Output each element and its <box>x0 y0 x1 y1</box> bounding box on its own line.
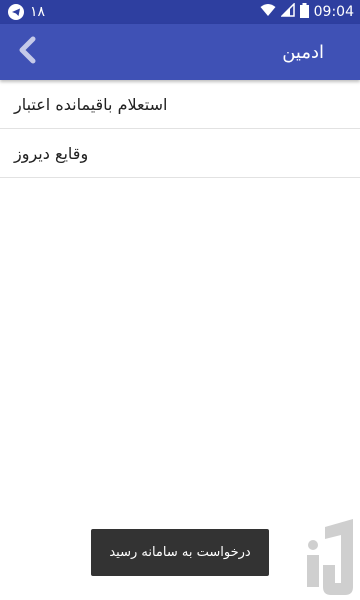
chevron-left-icon <box>16 36 40 68</box>
bazaar-logo-icon <box>305 515 360 595</box>
battery-icon <box>299 2 309 22</box>
clock: 09:04 <box>313 4 354 20</box>
menu-item-credit-inquiry[interactable]: استعلام باقیمانده اعتبار <box>0 80 360 129</box>
page-title: ادمین <box>282 41 324 63</box>
status-bar-right: 09:04 <box>260 2 360 22</box>
telegram-icon <box>8 4 24 20</box>
notification-count: ۱۸ <box>30 4 46 20</box>
status-bar-left: ۱۸ <box>0 4 45 20</box>
app-bar: ادمین <box>0 24 360 80</box>
status-bar: ۱۸ 09:04 <box>0 0 360 24</box>
menu-item-yesterday-events[interactable]: وقایع دیروز <box>0 129 360 178</box>
menu-list: استعلام باقیمانده اعتبار وقایع دیروز <box>0 80 360 178</box>
menu-item-label: استعلام باقیمانده اعتبار <box>14 94 168 114</box>
toast-message: درخواست به سامانه رسید <box>91 529 269 576</box>
wifi-icon <box>260 3 276 21</box>
signal-icon <box>279 2 295 21</box>
menu-item-label: وقایع دیروز <box>14 143 89 163</box>
back-button[interactable] <box>0 24 56 80</box>
